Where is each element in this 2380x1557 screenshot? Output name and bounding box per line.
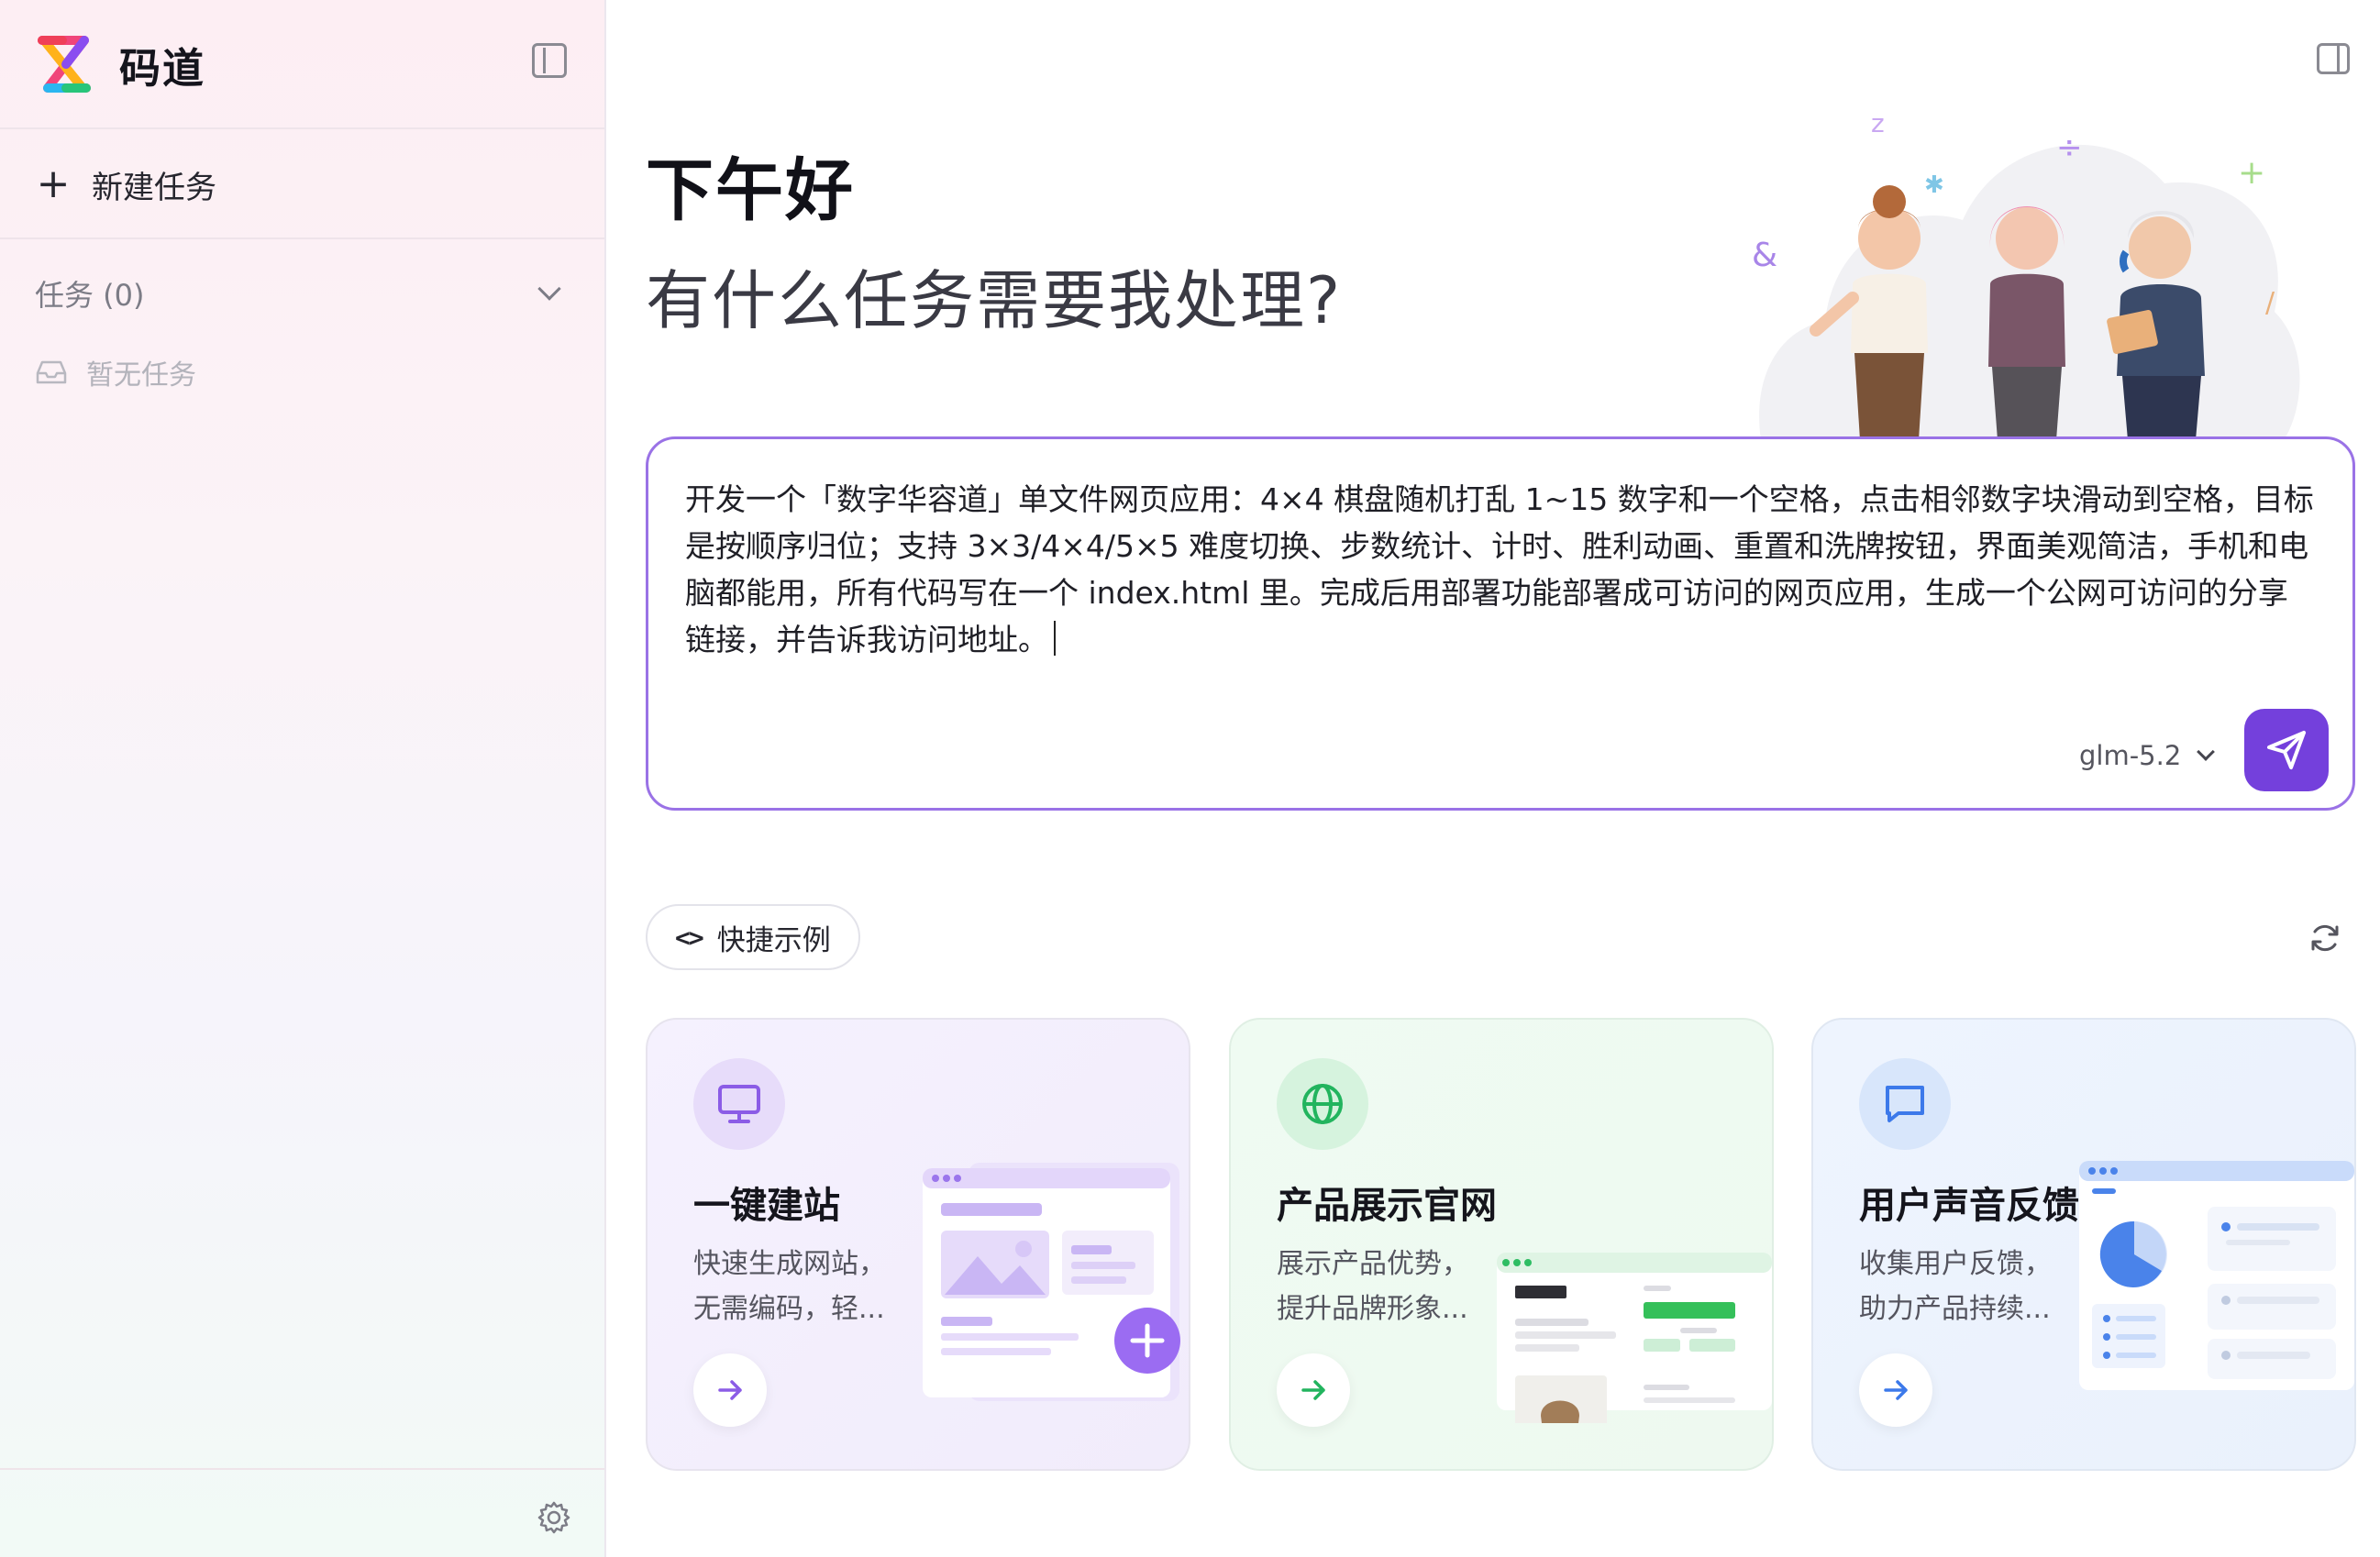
svg-text:+: + — [2238, 154, 2265, 192]
inbox-icon — [36, 360, 67, 384]
card-title: 用户声音反馈 — [1859, 1185, 2079, 1227]
tasks-title: 任务 (0) — [35, 278, 145, 313]
sidebar: 码道 + 新建任务 任务 (0) 暂无任务 — [0, 0, 606, 1557]
svg-text:✱: ✱ — [1924, 171, 1944, 199]
divider — [0, 237, 604, 239]
team-illustration: z & ✱ ÷ + / — [1752, 108, 2300, 440]
settings-gear-icon[interactable] — [537, 1500, 571, 1535]
sidebar-collapse-button[interactable] — [532, 43, 567, 78]
arrow-right-icon — [1884, 1380, 1908, 1400]
app-logo-icon — [38, 36, 91, 93]
new-task-label: 新建任务 — [92, 169, 216, 206]
example-card-product-site[interactable]: 产品展示官网 展示产品优势， 提升品牌形象... — [1229, 1018, 1774, 1471]
empty-tasks-label: 暂无任务 — [86, 359, 196, 392]
message-icon — [1886, 1086, 1924, 1122]
card-desc-line: 收集用户反馈， — [1859, 1248, 2052, 1280]
example-card-website[interactable]: 一键建站 快速生成网站， 无需编码，轻... — [646, 1018, 1190, 1471]
empty-tasks-row: 暂无任务 — [35, 347, 196, 398]
card-open-button[interactable] — [693, 1353, 767, 1427]
right-panel-toggle-button[interactable] — [2317, 43, 2350, 74]
card-description: 快速生成网站， 无需编码，轻... — [693, 1242, 904, 1331]
card-icon-badge — [1859, 1058, 1951, 1150]
website-preview-illustration — [923, 1163, 1180, 1401]
card-desc-line: 快速生成网站， — [693, 1248, 886, 1280]
globe-icon — [1302, 1084, 1343, 1124]
greeting-subtitle: 有什么任务需要我处理? — [646, 263, 1343, 338]
send-button[interactable] — [2244, 709, 2329, 791]
example-card-user-feedback[interactable]: 用户声音反馈 收集用户反馈， 助力产品持续... — [1811, 1018, 2356, 1471]
feedback-preview-illustration — [2079, 1161, 2354, 1390]
quick-examples-chip[interactable]: <> 快捷示例 — [646, 904, 860, 970]
prompt-input[interactable]: 开发一个「数字华容道」单文件网页应用：4×4 棋盘随机打乱 1~15 数字和一个… — [685, 476, 2318, 663]
card-open-button[interactable] — [1277, 1353, 1350, 1427]
chevron-down-icon — [537, 277, 561, 301]
divider — [0, 1468, 604, 1470]
refresh-icon[interactable] — [2308, 922, 2341, 955]
prompt-box[interactable]: 开发一个「数字华容道」单文件网页应用：4×4 棋盘随机打乱 1~15 数字和一个… — [646, 436, 2355, 811]
card-title: 产品展示官网 — [1277, 1185, 1497, 1227]
chevron-down-icon — [2197, 743, 2216, 761]
app-name: 码道 — [119, 43, 206, 93]
card-title: 一键建站 — [693, 1185, 840, 1227]
card-desc-line: 提升品牌形象... — [1277, 1293, 1468, 1325]
arrow-right-icon — [1301, 1380, 1325, 1400]
quick-examples-label: 快捷示例 — [716, 923, 831, 957]
send-icon — [2267, 731, 2306, 769]
card-icon-badge — [1277, 1058, 1368, 1150]
brand[interactable]: 码道 — [35, 31, 205, 97]
model-select[interactable]: glm-5.2 — [2079, 733, 2216, 778]
card-icon-badge — [693, 1058, 785, 1150]
svg-text:/: / — [2265, 287, 2275, 319]
card-description: 收集用户反馈， 助力产品持续... — [1859, 1242, 2070, 1331]
new-task-button[interactable]: + 新建任务 — [35, 154, 216, 215]
svg-text:z: z — [1871, 108, 1885, 138]
card-desc-line: 助力产品持续... — [1859, 1293, 2051, 1325]
plus-icon: + — [36, 160, 71, 207]
card-desc-line: 展示产品优势， — [1277, 1248, 1469, 1280]
card-desc-line: 无需编码，轻... — [693, 1293, 885, 1325]
svg-text:÷: ÷ — [2056, 129, 2083, 166]
product-site-preview-illustration — [1497, 1253, 1772, 1423]
monitor-icon — [718, 1085, 760, 1123]
arrow-right-icon — [718, 1380, 742, 1400]
tasks-section-header[interactable]: 任务 (0) — [35, 266, 567, 321]
svg-text:&: & — [1752, 237, 1777, 274]
card-description: 展示产品优势， 提升品牌形象... — [1277, 1242, 1488, 1331]
greeting-title: 下午好 — [646, 151, 855, 230]
model-label: glm-5.2 — [2079, 740, 2182, 771]
divider — [0, 127, 604, 129]
card-open-button[interactable] — [1859, 1353, 1932, 1427]
code-icon: <> — [675, 922, 704, 953]
